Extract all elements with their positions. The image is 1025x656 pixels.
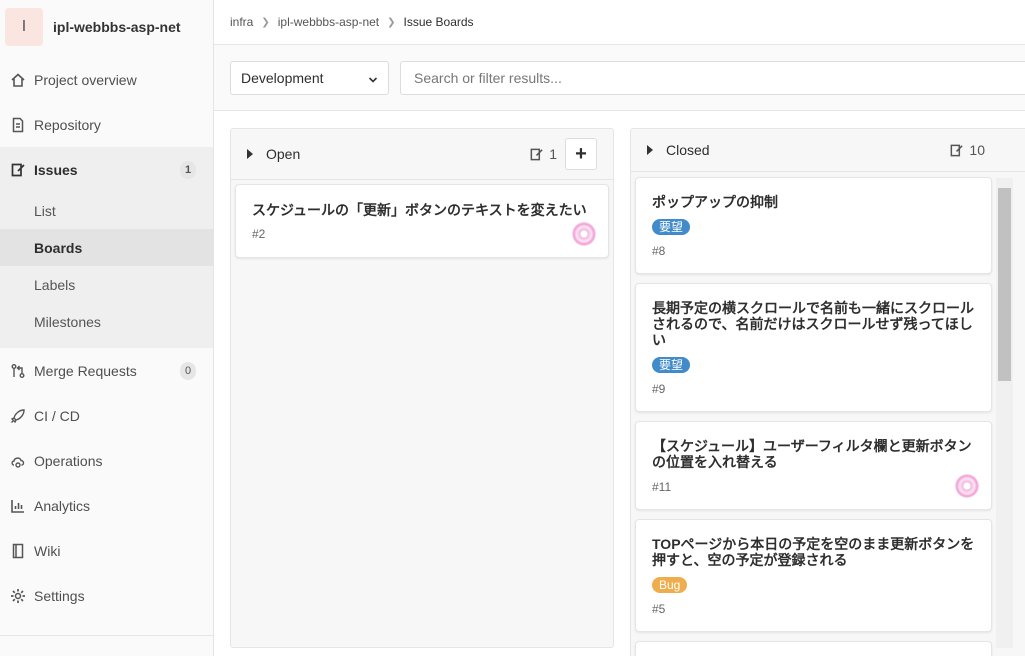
sidebar-item-ci-cd[interactable]: CI / CD (0, 393, 213, 438)
list-count-value: 1 (549, 146, 557, 162)
issue-number: #8 (652, 244, 666, 258)
document-icon (9, 116, 26, 133)
sidebar-item-label: Merge Requests (34, 362, 137, 379)
sidebar-item-label: Settings (34, 587, 85, 604)
sidebar-item-project-overview[interactable]: Project overview (0, 57, 213, 102)
list-header-open: Open 1 + (231, 129, 613, 180)
label-badge[interactable]: 要望 (652, 357, 691, 373)
gear-icon (9, 587, 26, 604)
issues-icon (949, 143, 964, 158)
issue-card[interactable]: ポップアップの抑制 要望 #8 (635, 177, 992, 274)
issue-title[interactable]: 【スケジュール】ユーザーフィルタ欄と更新ボタンの位置を入れ替える (652, 438, 975, 470)
chevron-down-icon (368, 72, 378, 88)
breadcrumb-current[interactable]: Issue Boards (404, 15, 474, 29)
sidebar-item-settings[interactable]: Settings (0, 573, 213, 618)
issue-title[interactable]: TOPページから本日の予定を空のまま更新ボタンを押すと、空の予定が登録される (652, 536, 975, 568)
list-count-value: 10 (969, 142, 985, 158)
issue-number: #9 (652, 382, 666, 396)
add-issue-button[interactable]: + (565, 138, 597, 170)
search-filter-input[interactable]: Search or filter results... (400, 61, 1025, 95)
assignee-avatar[interactable] (572, 222, 596, 246)
issues-icon (9, 161, 26, 178)
issue-number: #2 (252, 227, 266, 241)
breadcrumb-project[interactable]: ipl-webbbs-asp-net (278, 15, 379, 29)
label-badge[interactable]: Bug (652, 577, 688, 593)
label-badge[interactable]: 要望 (652, 219, 691, 235)
issues-icon (529, 147, 544, 162)
caret-right-icon[interactable] (247, 149, 253, 159)
sidebar-subitem-labels[interactable]: Labels (0, 266, 213, 303)
sidebar: I ipl-webbbs-asp-net Project overview Re… (0, 0, 214, 656)
chevron-right-icon: ❯ (261, 16, 270, 28)
sidebar-item-wiki[interactable]: Wiki (0, 528, 213, 573)
sidebar-item-label: CI / CD (34, 407, 80, 424)
sidebar-item-label: Operations (34, 452, 103, 469)
board-list-open: Open 1 + スケジュールの「更新」ボタンのテキストを変えたい #2 (230, 128, 614, 648)
issue-number: #11 (652, 480, 672, 494)
sidebar-subitem-milestones[interactable]: Milestones (0, 303, 213, 340)
merge-requests-count-badge: 0 (180, 362, 196, 380)
issue-card[interactable]: 【スケジュール】ユーザーフィルタ欄と更新ボタンの位置を入れ替える #11 (635, 421, 992, 510)
issue-card[interactable] (635, 641, 992, 656)
board-switcher-label: Development (241, 70, 324, 86)
home-icon (9, 71, 26, 88)
sidebar-collapse-area[interactable] (0, 635, 213, 656)
list-title-open: Open (266, 146, 301, 162)
board-list-closed: Closed 10 ポップアップの抑制 要望 #8 長期予定の横スクロールで名前… (630, 128, 1025, 656)
sidebar-item-label: Wiki (34, 542, 61, 559)
breadcrumb-group[interactable]: infra (230, 15, 253, 29)
issue-card[interactable]: 長期予定の横スクロールで名前も一緒にスクロールされるので、名前だけはスクロールせ… (635, 283, 992, 412)
list-title-closed: Closed (666, 142, 710, 158)
chevron-right-icon: ❯ (387, 16, 396, 28)
issue-title[interactable]: スケジュールの「更新」ボタンのテキストを変えたい (252, 202, 592, 218)
sidebar-subitem-list[interactable]: List (0, 192, 213, 229)
project-header[interactable]: I ipl-webbbs-asp-net (0, 0, 213, 54)
assignee-avatar[interactable] (955, 474, 979, 498)
sidebar-subitem-boards[interactable]: Boards (0, 229, 213, 266)
caret-right-icon[interactable] (647, 145, 653, 155)
sidebar-item-label: Issues (34, 161, 78, 178)
sidebar-item-label: Project overview (34, 71, 137, 88)
board-filter-bar: Development Search or filter results... (214, 45, 1025, 111)
project-name[interactable]: ipl-webbbs-asp-net (53, 19, 181, 35)
sidebar-item-operations[interactable]: Operations (0, 438, 213, 483)
issue-card[interactable]: TOPページから本日の予定を空のまま更新ボタンを押すと、空の予定が登録される B… (635, 519, 992, 632)
sidebar-item-label: Repository (34, 116, 101, 133)
issue-title[interactable]: ポップアップの抑制 (652, 194, 975, 210)
sidebar-item-label: Analytics (34, 497, 91, 514)
sidebar-item-issues[interactable]: Issues 1 (0, 147, 213, 192)
sidebar-item-analytics[interactable]: Analytics (0, 483, 213, 528)
breadcrumb: infra ❯ ipl-webbbs-asp-net ❯ Issue Board… (214, 0, 1025, 45)
list-count-closed: 10 (949, 142, 985, 158)
list-count-open: 1 (529, 146, 557, 162)
sidebar-item-repository[interactable]: Repository (0, 102, 213, 147)
sidebar-item-merge-requests[interactable]: Merge Requests 0 (0, 348, 213, 393)
list-header-closed: Closed 10 (631, 129, 1025, 172)
cloud-gear-icon (9, 452, 26, 469)
issues-count-badge: 1 (180, 161, 196, 179)
rocket-icon (9, 407, 26, 424)
issue-number: #5 (652, 602, 666, 616)
board-area: Open 1 + スケジュールの「更新」ボタンのテキストを変えたい #2 Clo… (214, 111, 1025, 656)
scrollbar-thumb[interactable] (998, 188, 1011, 381)
project-avatar[interactable]: I (5, 8, 43, 46)
issue-card[interactable]: スケジュールの「更新」ボタンのテキストを変えたい #2 (235, 184, 609, 258)
issue-title[interactable]: 長期予定の横スクロールで名前も一緒にスクロールされるので、名前だけはスクロールせ… (652, 300, 975, 348)
closed-list-scrollbar[interactable] (996, 178, 1013, 648)
merge-request-icon (9, 362, 26, 379)
board-switcher-dropdown[interactable]: Development (230, 61, 389, 95)
book-icon (9, 542, 26, 559)
chart-icon (9, 497, 26, 514)
